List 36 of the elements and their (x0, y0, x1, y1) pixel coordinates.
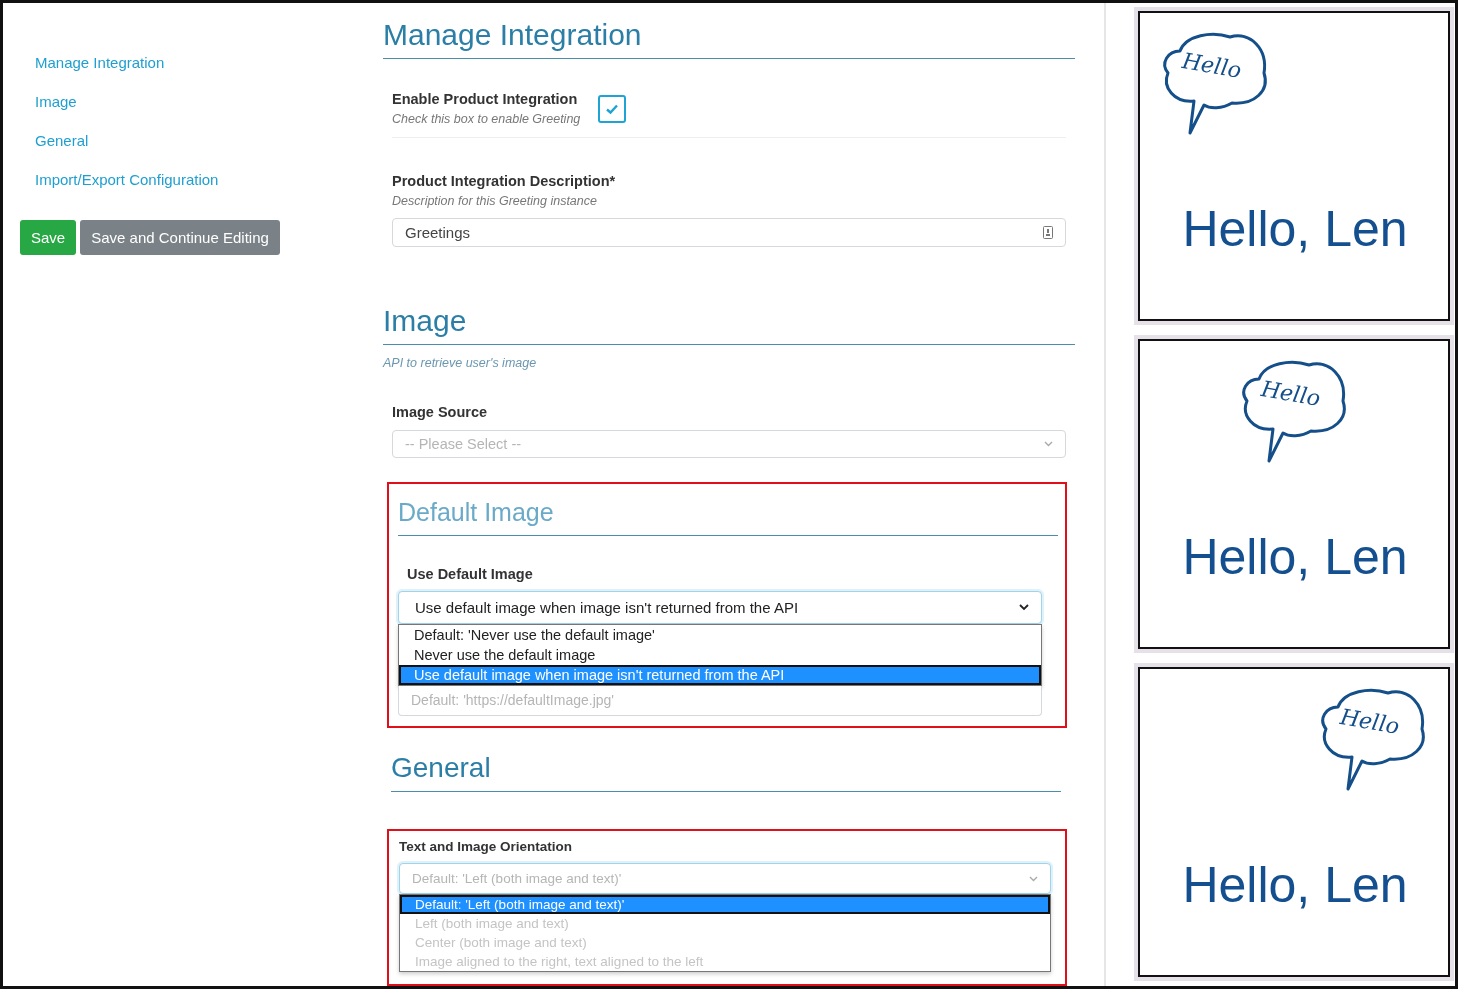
dropdown-option[interactable]: Use default image when image isn't returned from the API (399, 664, 1041, 685)
dropdown-option[interactable]: Default: 'Never use the default image' (399, 624, 1041, 645)
section-heading: Image (383, 302, 467, 339)
section-subtitle: API to retrieve user's image (383, 354, 537, 372)
field-label: Image Source (392, 402, 488, 422)
dropdown-option[interactable]: Never use the default image (399, 644, 1041, 665)
default-image-select[interactable]: Use default image when image isn't returned from the API (398, 591, 1042, 624)
sidebar-link[interactable]: Manage Integration (35, 53, 165, 72)
sidebar-link[interactable]: Import/Export Configuration (35, 170, 219, 189)
field-label: Enable Product Integration (392, 90, 579, 109)
orientation-select[interactable]: Default: 'Left (both image and text)' (399, 863, 1051, 894)
image-source-select[interactable]: -- Please Select -- (392, 429, 1066, 458)
caret-icon (1029, 875, 1038, 882)
check-icon (605, 102, 620, 115)
section-heading: General (391, 751, 491, 785)
checkbox[interactable] (598, 94, 627, 123)
dropdown-option[interactable]: Default: 'Left (both image and text)' (400, 895, 1050, 914)
field-label: Text and Image Orientation (399, 838, 573, 856)
save-button[interactable]: Save (20, 220, 77, 255)
greeting-text: Hello, Len (1181, 200, 1409, 259)
section-heading: Default Image (398, 497, 554, 528)
caret-icon (1019, 603, 1029, 611)
greeting-text: Hello, Len (1181, 528, 1409, 587)
caret-icon (1044, 440, 1053, 447)
sidebar-link[interactable]: Image (35, 92, 77, 111)
field-label: Use Default Image (407, 565, 533, 584)
save-continue-button[interactable]: Save and Continue Editing (80, 220, 280, 255)
field-help: Check this box to enable Greeting (392, 111, 581, 128)
section-heading: Manage Integration (383, 17, 642, 53)
field-help: Description for this Greeting instance (392, 193, 597, 210)
field-label: Product Integration Description* (392, 172, 616, 191)
field-action-icon (1043, 225, 1053, 239)
default-image-url-field[interactable]: Default: 'https://defaultImage.jpg' (398, 685, 1042, 716)
greeting-text: Hello, Len (1181, 856, 1409, 915)
description-field[interactable]: Greetings (392, 218, 1066, 247)
sidebar-link[interactable]: General (35, 131, 89, 150)
